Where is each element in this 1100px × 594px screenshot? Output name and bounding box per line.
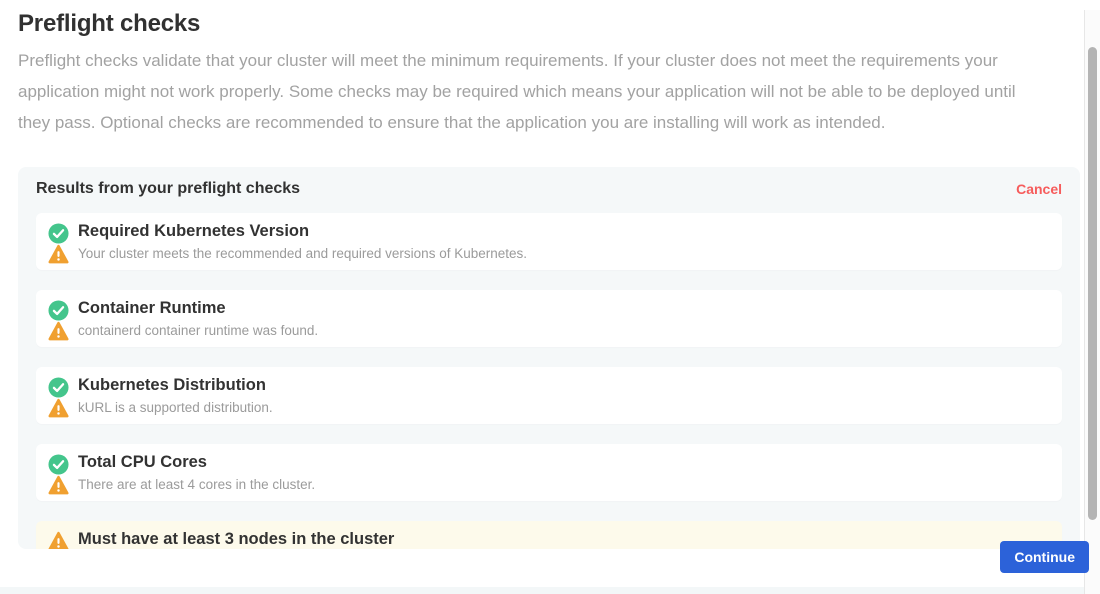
preflight-check-item: Total CPU Cores There are at least 4 cor… <box>36 444 1062 501</box>
check-circle-icon <box>48 223 69 244</box>
preflight-results-panel: Results from your preflight checks Cance… <box>18 167 1080 549</box>
check-status-icon <box>48 300 69 321</box>
warning-triangle-icon <box>48 475 69 496</box>
warning-triangle-icon <box>48 244 69 265</box>
preflight-check-item: Container Runtime containerd container r… <box>36 290 1062 347</box>
check-circle-icon <box>48 454 69 475</box>
panel-heading: Results from your preflight checks <box>36 180 300 198</box>
panel-header: Results from your preflight checks Cance… <box>18 167 1080 198</box>
bottom-strip <box>0 587 1100 594</box>
page-description: Preflight checks validate that your clus… <box>18 45 1044 138</box>
check-title: Container Runtime <box>78 299 318 318</box>
warning-triangle-icon <box>48 398 69 419</box>
check-message: containerd container runtime was found. <box>78 323 318 338</box>
check-text: Must have at least 3 nodes in the cluste… <box>78 530 394 549</box>
check-title: Total CPU Cores <box>78 453 315 472</box>
cancel-button[interactable]: Cancel <box>1016 181 1062 197</box>
preflight-check-item: Kubernetes Distribution kURL is a suppor… <box>36 367 1062 424</box>
vertical-scrollbar[interactable] <box>1084 10 1100 594</box>
check-text: Total CPU Cores There are at least 4 cor… <box>78 453 315 492</box>
preflight-check-item: Must have at least 3 nodes in the cluste… <box>36 521 1062 549</box>
check-circle-icon <box>48 377 69 398</box>
check-status-icon <box>48 223 69 244</box>
warning-triangle-icon <box>48 531 69 549</box>
check-circle-icon <box>48 300 69 321</box>
check-status-icon <box>48 377 69 398</box>
check-title: Kubernetes Distribution <box>78 376 273 395</box>
warning-triangle-icon <box>48 321 69 342</box>
check-status-icon <box>48 531 69 549</box>
check-message: kURL is a supported distribution. <box>78 400 273 415</box>
check-message: There are at least 4 cores in the cluste… <box>78 477 315 492</box>
check-title: Required Kubernetes Version <box>78 222 527 241</box>
check-title: Must have at least 3 nodes in the cluste… <box>78 530 394 549</box>
check-text: Required Kubernetes Version Your cluster… <box>78 222 527 261</box>
check-text: Container Runtime containerd container r… <box>78 299 318 338</box>
check-message: Your cluster meets the recommended and r… <box>78 246 527 261</box>
preflight-check-item: Required Kubernetes Version Your cluster… <box>36 213 1062 270</box>
scrollbar-thumb[interactable] <box>1088 47 1097 520</box>
preflight-results-list: Required Kubernetes Version Your cluster… <box>18 213 1080 549</box>
check-status-icon <box>48 454 69 475</box>
page-title: Preflight checks <box>18 10 1100 38</box>
continue-button[interactable]: Continue <box>1000 541 1089 573</box>
check-text: Kubernetes Distribution kURL is a suppor… <box>78 376 273 415</box>
